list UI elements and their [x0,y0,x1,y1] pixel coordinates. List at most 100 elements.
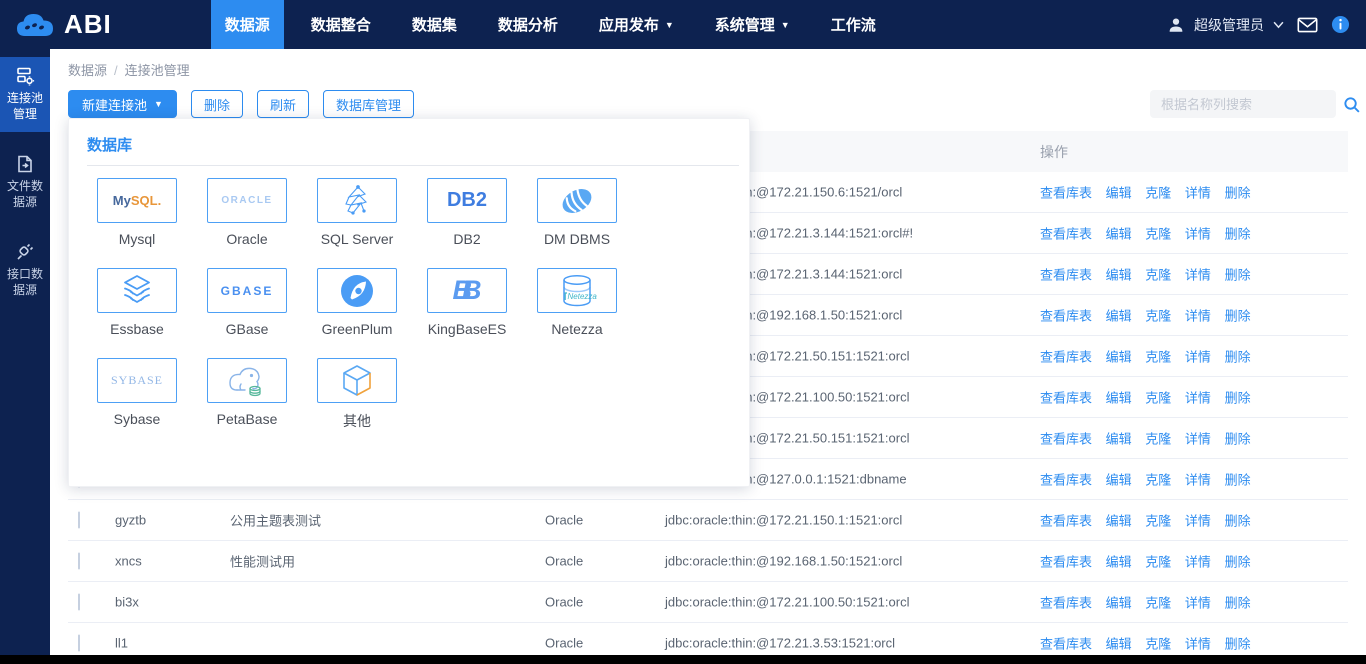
edit-link[interactable]: 编辑 [1106,391,1132,406]
db-tile[interactable]: Essbase [97,268,177,337]
delete-link[interactable]: 删除 [1225,186,1251,201]
delete-link[interactable]: 删除 [1225,350,1251,365]
view-tables-link[interactable]: 查看库表 [1040,473,1092,488]
db-tile[interactable]: DM DBMS [537,178,617,247]
row-checkbox[interactable] [78,594,80,611]
clone-link[interactable]: 克隆 [1145,432,1171,447]
delete-link[interactable]: 删除 [1225,473,1251,488]
view-tables-link[interactable]: 查看库表 [1040,596,1092,611]
clone-link[interactable]: 克隆 [1145,514,1171,529]
edit-link[interactable]: 编辑 [1106,268,1132,283]
db-tile[interactable]: MySQL. Mysql [97,178,177,247]
db-tile[interactable]: SQL Server [317,178,397,247]
svg-text:Netezza: Netezza [568,292,598,301]
sidebar-item[interactable]: 连接池管理 [0,57,50,132]
clone-link[interactable]: 克隆 [1145,637,1171,652]
view-tables-link[interactable]: 查看库表 [1040,268,1092,283]
view-tables-link[interactable]: 查看库表 [1040,186,1092,201]
new-connection-pool-button[interactable]: 新建连接池 ▼ [68,90,177,118]
row-checkbox[interactable] [78,512,80,529]
db-tile[interactable]: BB KingBaseES [427,268,507,337]
view-tables-link[interactable]: 查看库表 [1040,391,1092,406]
delete-link[interactable]: 删除 [1225,432,1251,447]
db-tile[interactable]: SYBASE Sybase [97,358,177,431]
edit-link[interactable]: 编辑 [1106,227,1132,242]
details-link[interactable]: 详情 [1185,596,1211,611]
view-tables-link[interactable]: 查看库表 [1040,309,1092,324]
sidebar-item[interactable]: 接口数据源 [0,233,50,308]
delete-link[interactable]: 删除 [1225,555,1251,570]
db-tile[interactable]: PetaBase [207,358,287,431]
delete-link[interactable]: 删除 [1225,309,1251,324]
db-tile[interactable]: GreenPlum [317,268,397,337]
clone-link[interactable]: 克隆 [1145,268,1171,283]
edit-link[interactable]: 编辑 [1106,473,1132,488]
details-link[interactable]: 详情 [1185,350,1211,365]
nav-item[interactable]: 工作流 [817,0,890,49]
db-tile[interactable]: DB2 DB2 [427,178,507,247]
edit-link[interactable]: 编辑 [1106,596,1132,611]
nav-item[interactable]: 数据源 [211,0,284,49]
nav-item[interactable]: 数据整合 [297,0,385,49]
nav-item[interactable]: 数据分析 [484,0,572,49]
nav-item[interactable]: 应用发布 ▼ [585,0,688,49]
search-input[interactable] [1150,97,1343,112]
edit-link[interactable]: 编辑 [1106,350,1132,365]
sidebar-item[interactable]: 文件数据源 [0,145,50,220]
clone-link[interactable]: 克隆 [1145,555,1171,570]
details-link[interactable]: 详情 [1185,514,1211,529]
view-tables-link[interactable]: 查看库表 [1040,227,1092,242]
view-tables-link[interactable]: 查看库表 [1040,432,1092,447]
delete-link[interactable]: 删除 [1225,514,1251,529]
clone-link[interactable]: 克隆 [1145,186,1171,201]
view-tables-link[interactable]: 查看库表 [1040,637,1092,652]
toolbar-button[interactable]: 刷新 [257,90,309,118]
clone-link[interactable]: 克隆 [1145,350,1171,365]
toolbar-button[interactable]: 删除 [191,90,243,118]
details-link[interactable]: 详情 [1185,309,1211,324]
nav-item[interactable]: 数据集 [398,0,471,49]
edit-link[interactable]: 编辑 [1106,309,1132,324]
view-tables-link[interactable]: 查看库表 [1040,514,1092,529]
username[interactable]: 超级管理员 [1194,15,1264,35]
details-link[interactable]: 详情 [1185,473,1211,488]
edit-link[interactable]: 编辑 [1106,186,1132,201]
details-link[interactable]: 详情 [1185,555,1211,570]
clone-link[interactable]: 克隆 [1145,596,1171,611]
delete-link[interactable]: 删除 [1225,227,1251,242]
clone-link[interactable]: 克隆 [1145,227,1171,242]
view-tables-link[interactable]: 查看库表 [1040,555,1092,570]
delete-link[interactable]: 删除 [1225,596,1251,611]
db-tile[interactable]: GBASE GBase [207,268,287,337]
clone-link[interactable]: 克隆 [1145,309,1171,324]
delete-link[interactable]: 删除 [1225,268,1251,283]
db-tile-label: DM DBMS [537,231,617,247]
db-tile[interactable]: Netezza Netezza [537,268,617,337]
details-link[interactable]: 详情 [1185,391,1211,406]
edit-link[interactable]: 编辑 [1106,432,1132,447]
edit-link[interactable]: 编辑 [1106,514,1132,529]
delete-link[interactable]: 删除 [1225,391,1251,406]
details-link[interactable]: 详情 [1185,227,1211,242]
chevron-down-icon[interactable] [1273,21,1284,29]
details-link[interactable]: 详情 [1185,637,1211,652]
details-link[interactable]: 详情 [1185,268,1211,283]
delete-link[interactable]: 删除 [1225,637,1251,652]
toolbar-button[interactable]: 数据库管理 [323,90,414,118]
search-icon[interactable] [1343,96,1366,113]
edit-link[interactable]: 编辑 [1106,637,1132,652]
row-checkbox[interactable] [78,635,80,652]
edit-link[interactable]: 编辑 [1106,555,1132,570]
clone-link[interactable]: 克隆 [1145,473,1171,488]
view-tables-link[interactable]: 查看库表 [1040,350,1092,365]
details-link[interactable]: 详情 [1185,186,1211,201]
info-icon[interactable] [1331,15,1350,34]
details-link[interactable]: 详情 [1185,432,1211,447]
clone-link[interactable]: 克隆 [1145,391,1171,406]
db-tile[interactable]: ORACLE Oracle [207,178,287,247]
db-tile[interactable]: 其他 [317,358,397,431]
row-checkbox[interactable] [78,553,80,570]
breadcrumb-item[interactable]: 数据源 [68,63,107,78]
mail-icon[interactable] [1297,17,1318,33]
nav-item[interactable]: 系统管理 ▼ [701,0,804,49]
